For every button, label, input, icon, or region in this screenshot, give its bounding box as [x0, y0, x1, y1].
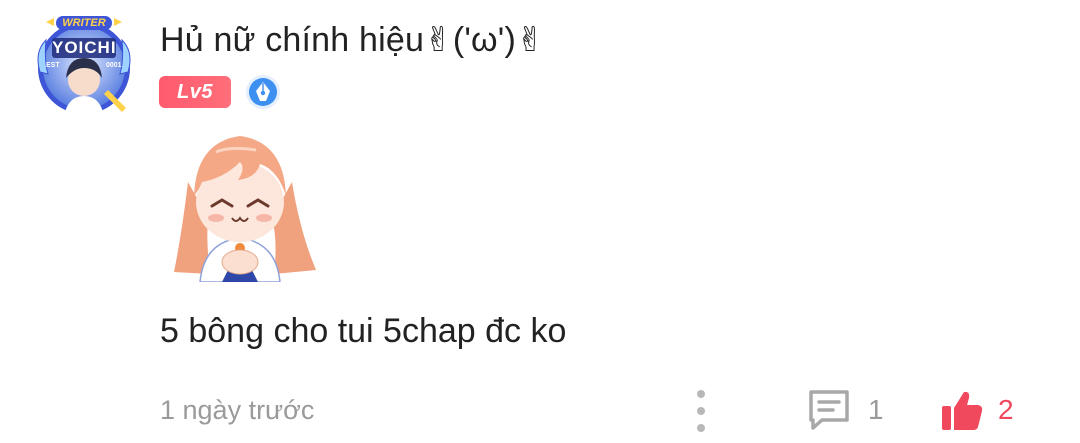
avatar-frame-label: WRITER	[62, 17, 106, 29]
comment-text: 5 bông cho tui 5chap đc ko	[160, 312, 567, 350]
avatar[interactable]: WRITER YOICHI EST 0001	[34, 12, 134, 116]
comment-bubble-icon	[809, 390, 849, 430]
like-count: 2	[998, 394, 1014, 425]
more-options-button[interactable]	[688, 390, 714, 432]
pen-nib-icon	[246, 75, 280, 109]
reply-count: 1	[868, 394, 884, 425]
username[interactable]: Hủ nữ chính hiệu✌('ω')✌	[160, 20, 545, 60]
comment-timestamp: 1 ngày trước	[160, 395, 315, 425]
user-badges: Lv5	[159, 75, 281, 109]
avatar-est-text: EST	[46, 62, 60, 69]
avatar-num-text: 0001	[106, 62, 122, 69]
reply-button[interactable]: 1	[806, 387, 884, 433]
avatar-name-text: YOICHI	[52, 38, 117, 57]
comment-item: WRITER YOICHI EST 0001 Hủ nữ chính hiệu✌…	[0, 0, 1080, 443]
level-badge: Lv5	[159, 76, 231, 108]
more-options-icon	[697, 390, 705, 398]
thumbs-up-icon	[942, 391, 983, 430]
anime-girl-sticker-icon	[174, 136, 316, 282]
like-button[interactable]: 2	[940, 386, 1014, 434]
